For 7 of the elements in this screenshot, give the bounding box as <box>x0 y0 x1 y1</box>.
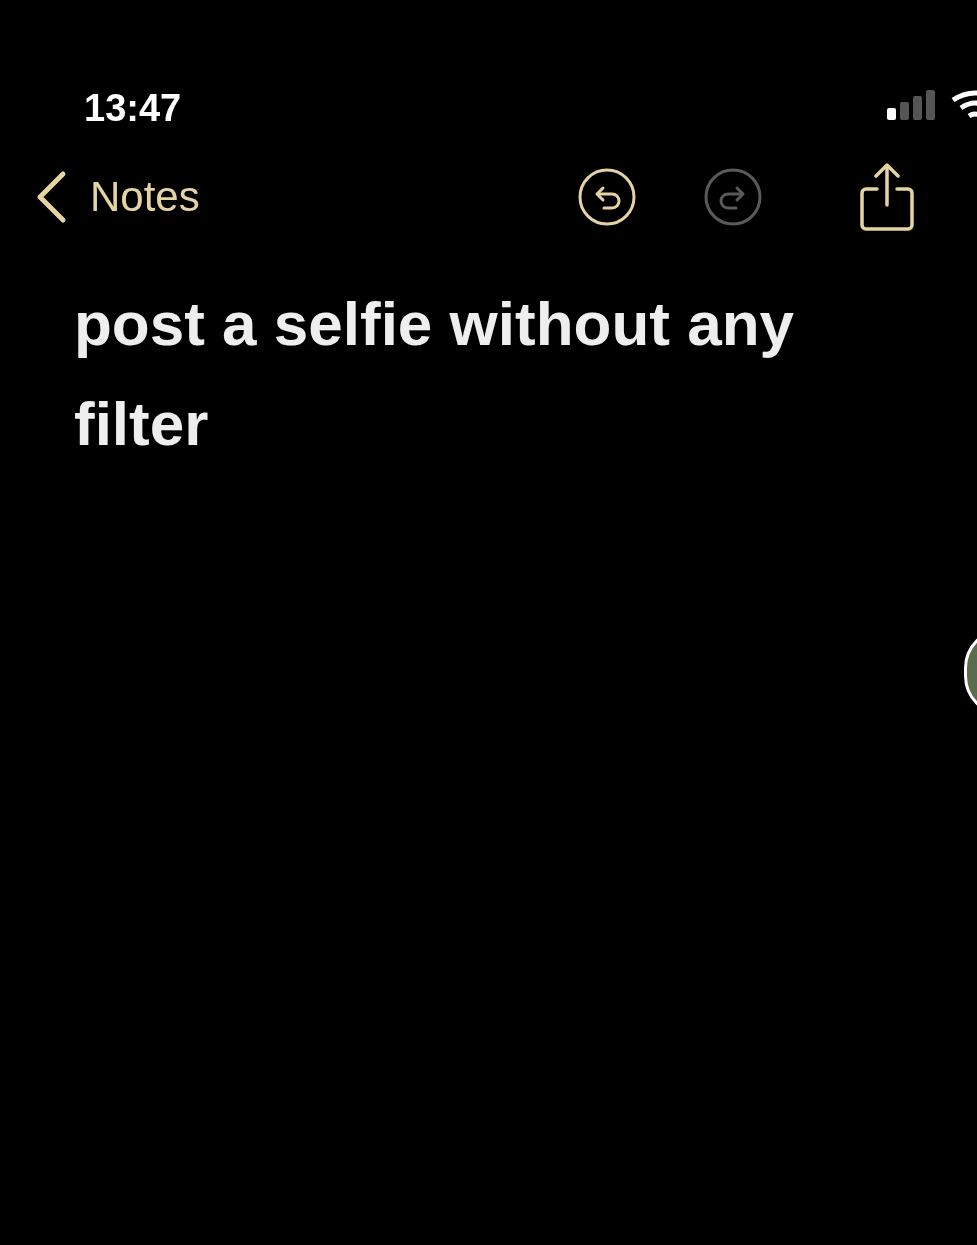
share-button[interactable] <box>859 162 915 232</box>
signal-icon <box>887 90 937 120</box>
undo-button[interactable] <box>577 167 637 227</box>
back-button[interactable]: Notes <box>34 170 200 224</box>
note-text: post a selfie without any filter <box>74 288 795 460</box>
status-time: 13:47 <box>84 89 182 127</box>
wifi-icon <box>951 90 977 120</box>
